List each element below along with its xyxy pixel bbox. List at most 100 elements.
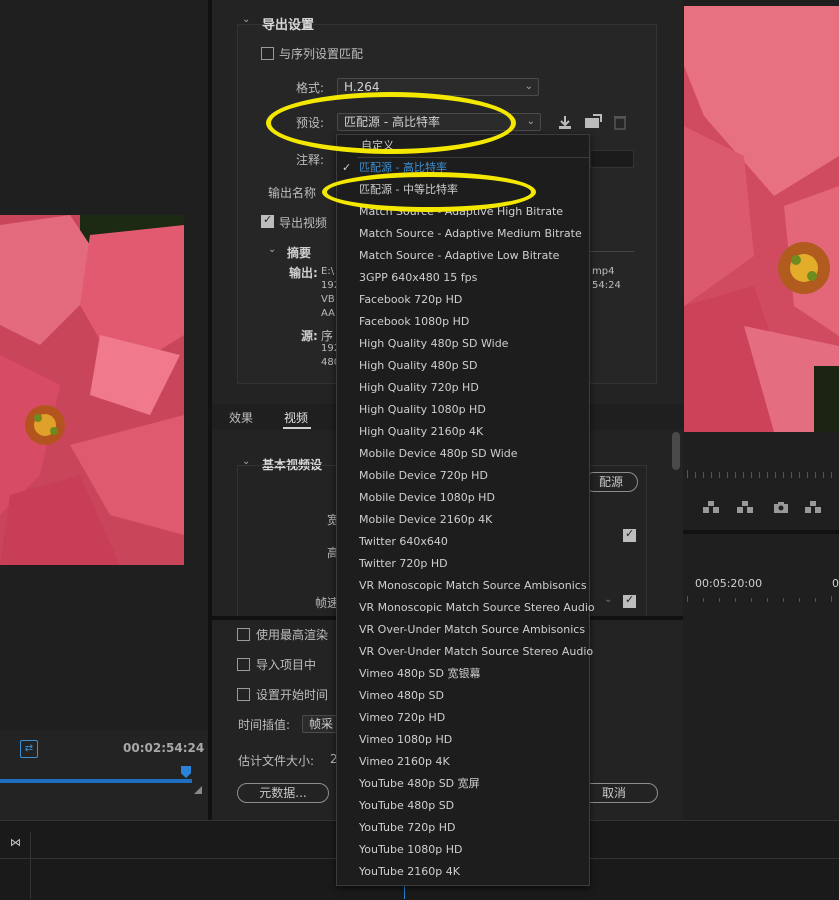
snap-icon[interactable]: ⋈ (10, 836, 21, 849)
preset-option[interactable]: Twitter 720p HD (359, 553, 448, 575)
summary-title: 摘要 (287, 246, 312, 260)
chevron-down-icon: ⌄ (526, 116, 535, 127)
bottom-timeline-gutter (30, 832, 31, 899)
collapse-chevron-icon[interactable]: ⌄ (242, 14, 250, 25)
preset-option[interactable]: Facebook 720p HD (359, 289, 462, 311)
output-right-line: 54:24 (592, 280, 621, 291)
preset-option[interactable]: Twitter 640x640 (359, 531, 448, 553)
metadata-button-label: 元数据... (259, 786, 307, 800)
time-interp-value: 帧采 (309, 717, 334, 731)
preset-option[interactable]: 3GPP 640x480 15 fps (359, 267, 477, 289)
right-ruler (683, 460, 839, 480)
chevron-down-icon: ⌄ (524, 81, 533, 92)
output-line: AA (321, 308, 335, 319)
time-interp-select[interactable]: 帧采 (302, 715, 340, 733)
preset-option[interactable]: Mobile Device 1080p HD (359, 487, 495, 509)
right-preview-image (684, 6, 839, 432)
width-checkbox[interactable] (623, 527, 636, 542)
time-interp-label: 时间插值: (238, 718, 291, 732)
set-start-time-label: 设置开始时间 (256, 688, 329, 702)
import-project-label: 导入项目中 (256, 658, 317, 672)
preset-option[interactable]: Vimeo 480p SD (359, 685, 444, 707)
preset-option[interactable]: High Quality 1080p HD (359, 399, 486, 421)
preset-option[interactable]: YouTube 2160p 4K (359, 861, 460, 883)
export-video-checkbox[interactable] (261, 213, 274, 228)
export-settings-title: 导出设置 (262, 18, 315, 33)
lift-icon[interactable] (702, 500, 720, 514)
preset-option[interactable]: Vimeo 2160p 4K (359, 751, 450, 773)
preset-option[interactable]: YouTube 1080p HD (359, 839, 462, 861)
preset-option[interactable]: Vimeo 720p HD (359, 707, 445, 729)
output-label: 输出: (289, 266, 318, 280)
source-label: 源: (301, 329, 318, 343)
match-source-button[interactable]: 配源 (584, 472, 638, 492)
left-timeline-bar[interactable] (0, 779, 192, 783)
tab-effects[interactable]: 效果 (229, 409, 253, 426)
max-render-label: 使用最高渲染 (256, 628, 329, 642)
right-timeline-ruler (683, 596, 839, 604)
resize-corner[interactable] (194, 786, 202, 794)
left-timecode: 00:02:54:24 (123, 741, 205, 755)
import-preset-icon[interactable] (584, 114, 602, 130)
set-start-time-checkbox[interactable] (237, 688, 250, 701)
preset-option[interactable]: VR Monoscopic Match Source Stereo Audio (359, 597, 595, 619)
preset-option[interactable]: VR Over-Under Match Source Stereo Audio (359, 641, 593, 663)
button-editor-icon[interactable] (804, 500, 822, 514)
preset-option[interactable]: High Quality 480p SD (359, 355, 478, 377)
output-line: VB (321, 294, 335, 305)
metadata-button[interactable]: 元数据... (237, 783, 329, 803)
output-line: E:\ (321, 266, 335, 277)
preset-option[interactable]: YouTube 480p SD (359, 795, 454, 817)
match-sequence-checkbox[interactable] (261, 47, 274, 60)
save-preset-icon[interactable] (557, 114, 573, 130)
dropdown-separator (357, 157, 589, 158)
framerate-select-chevron-icon[interactable]: ⌄ (604, 594, 612, 605)
export-video-label: 导出视频 (279, 216, 328, 230)
preset-option[interactable]: YouTube 720p HD (359, 817, 455, 839)
tab-video[interactable]: 视频 (284, 409, 308, 426)
preset-option[interactable]: Match Source - Adaptive Low Bitrate (359, 245, 559, 267)
summary-chevron-icon[interactable]: ⌄ (268, 244, 276, 255)
preset-option[interactable]: Mobile Device 2160p 4K (359, 509, 492, 531)
preset-option[interactable]: High Quality 720p HD (359, 377, 479, 399)
camera-icon[interactable] (773, 501, 789, 513)
format-label: 格式: (296, 81, 325, 95)
comment-input[interactable] (590, 150, 634, 168)
preset-option[interactable]: Match Source - Adaptive Medium Bitrate (359, 223, 582, 245)
trim-icon[interactable]: ⇄ (20, 740, 38, 758)
output-right-line: mp4 (592, 266, 615, 277)
right-divider (683, 530, 839, 534)
preset-option[interactable]: YouTube 480p SD 宽屏 (359, 773, 480, 795)
match-sequence-label: 与序列设置匹配 (279, 47, 364, 61)
checkmark-icon: ✓ (342, 161, 352, 174)
framerate-checkbox[interactable] (623, 593, 636, 608)
preset-option[interactable]: High Quality 480p SD Wide (359, 333, 508, 355)
video-settings-scrollbar[interactable] (672, 432, 680, 470)
summary-divider (590, 251, 634, 252)
preset-option[interactable]: Mobile Device 720p HD (359, 465, 488, 487)
preset-option[interactable]: Facebook 1080p HD (359, 311, 469, 333)
import-project-checkbox[interactable] (237, 658, 250, 671)
cancel-button-label: 取消 (601, 786, 626, 800)
match-source-button-label: 配源 (598, 475, 623, 489)
preset-dropdown-list[interactable]: 自定义 匹配源 - 高比特率 ✓ 匹配源 - 中等比特率 Match Source - … (336, 134, 595, 886)
extract-icon[interactable] (736, 500, 754, 514)
source-line: 序 (321, 329, 334, 343)
preset-option[interactable]: VR Over-Under Match Source Ambisonics (359, 619, 585, 641)
tab-video-underline (283, 427, 311, 429)
output-name-label: 输出名称 (268, 186, 317, 200)
preset-option[interactable]: Vimeo 480p SD 宽银幕 (359, 663, 480, 685)
preset-option[interactable]: High Quality 2160p 4K (359, 421, 483, 443)
highlight-ring-preset (266, 92, 516, 154)
estimated-size-label: 估计文件大小: (238, 754, 315, 768)
right-timecode: 00:05:20:00 (695, 577, 763, 590)
comment-label: 注释: (296, 153, 325, 167)
max-render-checkbox[interactable] (237, 628, 250, 641)
right-timecode-edge: 0 (832, 577, 839, 590)
left-preview-image (0, 215, 184, 565)
highlight-ring-medium-bitrate (322, 172, 536, 212)
preset-option[interactable]: Mobile Device 480p SD Wide (359, 443, 518, 465)
delete-preset-icon[interactable] (613, 114, 627, 130)
preset-option[interactable]: Vimeo 1080p HD (359, 729, 452, 751)
preset-option[interactable]: VR Monoscopic Match Source Ambisonics (359, 575, 587, 597)
